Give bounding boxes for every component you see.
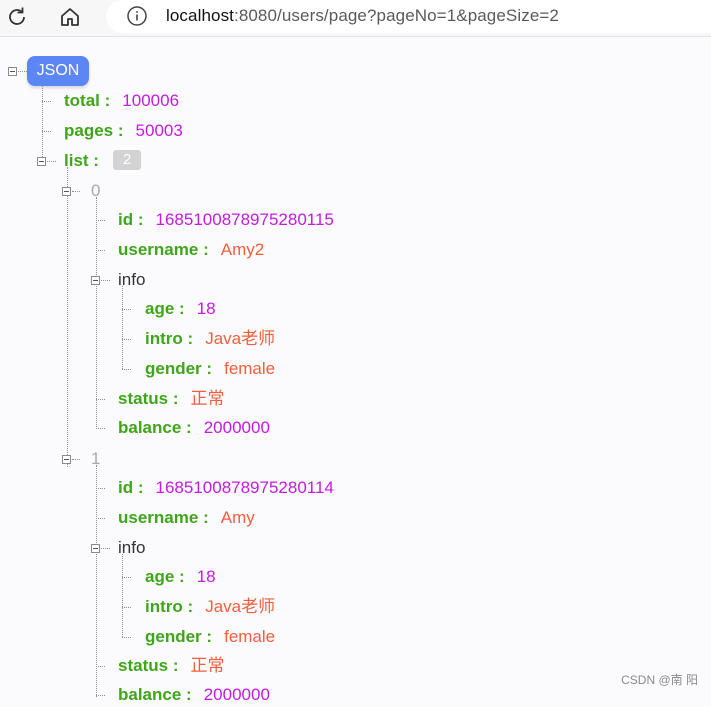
pages-value: 50003 <box>135 121 183 140</box>
intro-value: Java老师 <box>205 329 276 348</box>
item-0-intro: intro : Java老师 <box>145 327 275 351</box>
id-value: 1685100878975280114 <box>155 478 334 497</box>
item-1-intro: intro : Java老师 <box>145 595 275 619</box>
colon: : <box>137 478 144 497</box>
age-key: age <box>145 299 175 318</box>
item-1-status: status : 正常 <box>118 654 224 678</box>
collapse-list-icon[interactable] <box>37 157 46 166</box>
username-value: Amy <box>220 508 255 527</box>
colon: : <box>206 627 213 646</box>
item-1-gender: gender : female <box>145 625 275 649</box>
total-key: total <box>64 91 100 110</box>
url-host: localhost <box>166 6 234 25</box>
item-0-balance: balance :2000000 <box>118 416 270 440</box>
gender-key: gender <box>145 359 202 378</box>
balance-key: balance <box>118 685 182 704</box>
colon: : <box>179 299 185 318</box>
url-text[interactable]: localhost:8080/users/page?pageNo=1&pageS… <box>166 6 559 26</box>
json-tree: JSON total :100006 pages :50003 list :2 … <box>0 36 711 704</box>
collapse-root-icon[interactable] <box>8 67 17 76</box>
site-info-icon[interactable] <box>126 5 148 32</box>
reload-icon[interactable] <box>4 4 32 30</box>
intro-key: intro <box>145 597 183 616</box>
age-value: 18 <box>196 299 216 318</box>
id-key: id <box>118 210 134 229</box>
field-list: list :2 <box>64 149 142 173</box>
status-value: 正常 <box>190 656 225 675</box>
collapse-item-0-icon[interactable] <box>62 187 71 196</box>
browser-toolbar: localhost:8080/users/page?pageNo=1&pageS… <box>0 0 711 37</box>
id-key: id <box>118 478 134 497</box>
item-0-username: username : Amy2 <box>118 238 264 262</box>
item-0-gender: gender : female <box>145 357 275 381</box>
status-key: status <box>118 656 169 675</box>
json-root-badge: JSON <box>27 56 89 86</box>
colon: : <box>93 151 99 170</box>
url-path: :8080/users/page?pageNo=1&pageSize=2 <box>234 6 559 25</box>
colon: : <box>104 91 111 110</box>
username-key: username <box>118 240 199 259</box>
gender-key: gender <box>145 627 202 646</box>
item-1-username: username : Amy <box>118 506 255 530</box>
item-0-age: age :18 <box>145 297 216 321</box>
item-0-status: status : 正常 <box>118 387 224 411</box>
home-icon[interactable] <box>57 4 85 30</box>
intro-key: intro <box>145 329 183 348</box>
balance-value: 2000000 <box>203 685 270 704</box>
collapse-item-0-info-icon[interactable] <box>91 276 100 285</box>
total-value: 100006 <box>122 91 180 110</box>
colon: : <box>172 656 179 675</box>
gender-value: female <box>224 627 276 646</box>
colon: : <box>203 508 209 527</box>
item-1-age: age :18 <box>145 565 216 589</box>
age-value: 18 <box>196 567 216 586</box>
item-1-balance: balance :2000000 <box>118 683 270 707</box>
age-key: age <box>145 567 175 586</box>
gender-value: female <box>224 359 276 378</box>
username-key: username <box>118 508 199 527</box>
balance-key: balance <box>118 418 182 437</box>
item-0-id: id :1685100878975280115 <box>118 208 334 232</box>
item-1-id: id :1685100878975280114 <box>118 476 334 500</box>
field-total: total :100006 <box>64 89 179 113</box>
intro-value: Java老师 <box>205 597 276 616</box>
collapse-item-1-info-icon[interactable] <box>91 544 100 553</box>
colon: : <box>179 567 185 586</box>
username-value: Amy2 <box>220 240 265 259</box>
colon: : <box>187 597 194 616</box>
colon: : <box>117 121 124 140</box>
colon: : <box>203 240 209 259</box>
status-value: 正常 <box>190 389 225 408</box>
address-bar[interactable]: localhost:8080/users/page?pageNo=1&pageS… <box>106 0 711 33</box>
pages-key: pages <box>64 121 114 140</box>
list-count-badge: 2 <box>112 150 142 170</box>
colon: : <box>206 359 213 378</box>
colon: : <box>172 389 179 408</box>
colon: : <box>186 418 192 437</box>
watermark: CSDN @南 阳 <box>621 673 698 687</box>
colon: : <box>137 210 144 229</box>
colon: : <box>186 685 192 704</box>
field-pages: pages :50003 <box>64 119 183 143</box>
balance-value: 2000000 <box>203 418 270 437</box>
collapse-item-1-icon[interactable] <box>62 455 71 464</box>
colon: : <box>187 329 194 348</box>
status-key: status <box>118 389 169 408</box>
id-value: 1685100878975280115 <box>155 210 334 229</box>
